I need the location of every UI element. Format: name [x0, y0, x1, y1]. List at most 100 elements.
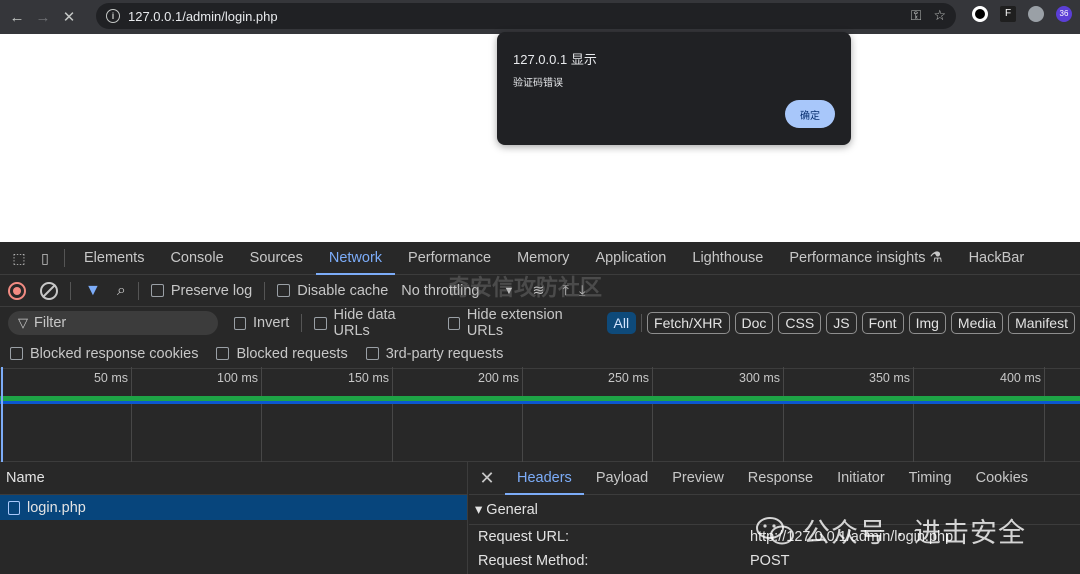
dialog-message: 验证码错误 [513, 78, 563, 89]
network-timeline[interactable]: 50 ms 100 ms 150 ms 200 ms 250 ms 300 ms… [0, 367, 1080, 462]
type-filter-doc[interactable]: Doc [734, 312, 774, 334]
browser-toolbar: ← → ✕ i 127.0.0.1/admin/login.php ⚿ ☆ F … [0, 0, 1080, 34]
hide-data-urls-label: Hide data URLs [333, 307, 396, 339]
blocked-requests-label: Blocked requests [236, 345, 348, 362]
record-icon[interactable] [8, 281, 26, 300]
type-filter-all[interactable]: All [606, 312, 637, 334]
divider [641, 314, 643, 332]
extension-badge-icon[interactable]: 36 [1056, 6, 1072, 22]
search-icon[interactable]: ⌕ [117, 282, 126, 300]
timeline-tick: 50 ms [93, 371, 128, 385]
header-value: POST [750, 553, 790, 569]
tab-elements[interactable]: Elements [71, 242, 157, 275]
tab-headers[interactable]: Headers [505, 462, 584, 495]
filter-input[interactable]: ▽ Filter [8, 311, 218, 335]
bookmark-star-icon[interactable]: ☆ [933, 7, 946, 24]
close-icon[interactable]: ✕ [469, 462, 505, 495]
site-info-icon[interactable]: i [106, 9, 120, 23]
header-key: Request URL: [478, 529, 570, 545]
type-filter-font[interactable]: Font [861, 312, 904, 334]
type-filter-js[interactable]: JS [826, 312, 857, 334]
hide-extension-urls-label: Hide extension URLs [466, 307, 563, 339]
timeline-gridline [522, 367, 523, 462]
type-filter-img[interactable]: Img [908, 312, 946, 334]
request-name: login.php [27, 499, 86, 516]
filter-icon: ▽ [18, 315, 28, 330]
preserve-log-checkbox[interactable] [150, 284, 164, 297]
tab-preview[interactable]: Preview [660, 462, 736, 495]
timeline-gridline [652, 367, 653, 462]
timeline-gridline [392, 367, 393, 462]
timeline-bar [0, 401, 1080, 404]
address-bar[interactable]: i 127.0.0.1/admin/login.php ⚿ ☆ [96, 3, 956, 29]
divider [70, 281, 71, 300]
url-text: 127.0.0.1/admin/login.php [128, 8, 278, 24]
key-icon[interactable]: ⚿ [911, 7, 922, 24]
clear-icon[interactable] [40, 281, 58, 300]
document-icon [8, 500, 20, 515]
third-party-label: 3rd-party requests [385, 345, 504, 362]
tab-timing[interactable]: Timing [897, 462, 964, 495]
timeline-tick: 350 ms [869, 371, 910, 385]
header-row: Request Method: POST [469, 549, 1080, 573]
blocked-cookies-checkbox[interactable] [10, 347, 23, 360]
divider [264, 281, 266, 300]
extension-gear-icon[interactable] [1028, 6, 1044, 22]
inspect-element-icon[interactable]: ⬚ [6, 245, 32, 271]
type-filter-css[interactable]: CSS [778, 312, 822, 334]
dialog-ok-button[interactable]: 确定 [785, 100, 835, 128]
blocked-cookies-label: Blocked response cookies [30, 345, 199, 362]
request-row[interactable]: login.php [0, 495, 467, 520]
details-tab-bar: ✕ Headers Payload Preview Response Initi… [469, 462, 1080, 495]
stop-icon[interactable]: ✕ [56, 4, 82, 30]
type-filter-manifest[interactable]: Manifest [1008, 312, 1075, 334]
flask-icon: ⚗ [929, 250, 943, 266]
forward-icon[interactable]: → [30, 4, 56, 30]
timeline-gridline [913, 367, 914, 462]
timeline-gridline [261, 367, 262, 462]
faint-watermark: 奇安信攻防社区 [448, 275, 603, 300]
timeline-tick: 100 ms [217, 371, 258, 385]
tab-cookies[interactable]: Cookies [964, 462, 1040, 495]
timeline-tick: 150 ms [348, 371, 389, 385]
divider [137, 281, 139, 300]
header-key: Request Method: [478, 553, 589, 569]
timeline-cursor [1, 367, 3, 462]
timeline-tick: 200 ms [478, 371, 519, 385]
tab-sources[interactable]: Sources [237, 242, 316, 275]
extension-circle-icon[interactable] [972, 6, 988, 22]
request-list: Name login.php [0, 462, 468, 574]
tab-payload[interactable]: Payload [584, 462, 660, 495]
type-filter-fetch[interactable]: Fetch/XHR [647, 312, 730, 334]
third-party-checkbox[interactable] [365, 347, 379, 360]
tab-hackbar[interactable]: HackBar [956, 242, 1038, 275]
tab-response[interactable]: Response [736, 462, 825, 495]
blocked-requests-checkbox[interactable] [216, 347, 230, 360]
extra-filter-row: Blocked response cookies Blocked request… [0, 339, 1080, 369]
wechat-watermark: 公众号 · 进击安全 [755, 511, 1026, 550]
tab-network[interactable]: Network [315, 242, 396, 275]
disable-cache-checkbox[interactable] [277, 284, 291, 297]
divider [301, 314, 303, 332]
device-toggle-icon[interactable]: ▯ [32, 245, 58, 271]
dialog-title: 127.0.0.1 显示 [513, 52, 597, 67]
timeline-tick: 250 ms [608, 371, 649, 385]
wechat-icon [756, 516, 794, 544]
filter-placeholder: Filter [34, 315, 67, 331]
extension-f-icon[interactable]: F [1000, 6, 1016, 22]
filter-bar: ▽ Filter Invert Hide data URLs Hide exte… [0, 307, 1080, 339]
hide-extension-urls-checkbox[interactable] [447, 316, 460, 330]
filter-funnel-icon[interactable]: ▼ [85, 282, 101, 300]
timeline-gridline [131, 367, 132, 462]
tab-console[interactable]: Console [157, 242, 236, 275]
name-column-header[interactable]: Name [0, 462, 467, 495]
timeline-gridline [783, 367, 784, 462]
hide-data-urls-checkbox[interactable] [314, 316, 327, 330]
tab-initiator[interactable]: Initiator [825, 462, 897, 495]
disable-cache-label: Disable cache [297, 282, 389, 299]
back-icon[interactable]: ← [4, 4, 30, 30]
tab-performance-insights[interactable]: Performance insights ⚗ [776, 242, 955, 275]
tab-lighthouse[interactable]: Lighthouse [679, 242, 776, 275]
invert-checkbox[interactable] [233, 316, 247, 330]
type-filter-media[interactable]: Media [950, 312, 1004, 334]
